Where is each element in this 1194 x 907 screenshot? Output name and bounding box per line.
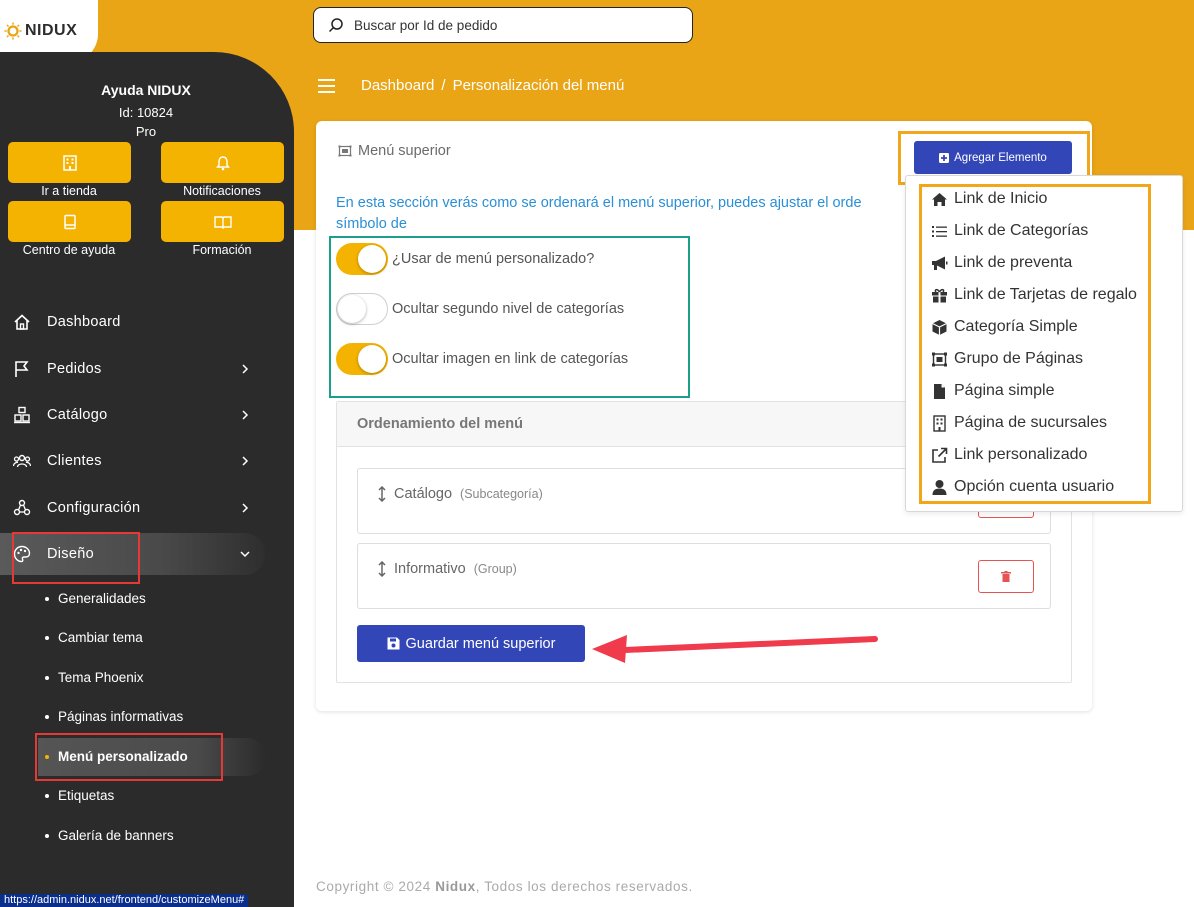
trash-icon: [1001, 571, 1011, 582]
sidebar-item-configuracion[interactable]: Configuración: [0, 487, 265, 529]
breadcrumb-separator: /: [441, 77, 446, 94]
sidebar-item-dashboard[interactable]: Dashboard: [0, 301, 265, 343]
user-id: Id: 10824: [118, 105, 174, 120]
chevron-right-icon: [242, 456, 249, 466]
boxes-icon: [14, 406, 30, 424]
drag-handle-icon[interactable]: [378, 561, 386, 577]
menu-item-label: Informativo (Group): [378, 561, 517, 577]
chevron-right-icon: [242, 364, 249, 374]
subnav-generalidades[interactable]: Generalidades: [45, 591, 146, 606]
breadcrumb-current: Personalización del menú: [452, 77, 625, 94]
flag-icon: [15, 361, 29, 377]
logo-text: NIDUX: [25, 22, 78, 39]
chevron-right-icon: [242, 410, 249, 420]
bell-icon: [215, 155, 230, 170]
sidebar-item-label: Configuración: [47, 500, 141, 516]
book-icon: [63, 214, 76, 229]
order-search[interactable]: [313, 7, 693, 43]
chevron-down-icon: [240, 551, 250, 558]
info-text: En esta sección verás como se ordenará e…: [336, 195, 862, 232]
user-plan: Pro: [135, 124, 157, 139]
footer-copyright: Copyright © 2024 Nidux, Todos los derech…: [316, 879, 693, 894]
subnav-galeria-banners[interactable]: Galería de banners: [45, 828, 174, 843]
sidebar-item-catalogo[interactable]: Catálogo: [0, 394, 265, 436]
red-arrow-annotation: [592, 635, 878, 663]
menu-item-label: Catálogo (Subcategoría): [378, 486, 543, 502]
status-bar-url: https://admin.nidux.net/frontend/customi…: [0, 894, 249, 907]
order-panel-title: Ordenamiento del menú: [357, 416, 523, 432]
open-book-icon: [213, 215, 232, 229]
quick-store-label: Ir a tienda: [41, 184, 97, 198]
user-name: Ayuda NIDUX: [101, 82, 191, 98]
search-icon: [328, 18, 343, 33]
quick-notifications-label: Notificaciones: [183, 184, 261, 198]
chevron-right-icon: [242, 503, 249, 513]
quick-training-label: Formación: [192, 243, 252, 257]
quick-help-label: Centro de ayuda: [22, 243, 116, 257]
sidebar-item-label: Catálogo: [47, 407, 108, 423]
save-icon: [387, 637, 400, 650]
breadcrumb: Dashboard / Personalización del menú: [361, 77, 624, 94]
quick-notifications-button[interactable]: [161, 142, 284, 183]
drag-handle-icon[interactable]: [378, 486, 386, 502]
users-icon: [13, 454, 31, 468]
highlight-toggles: [329, 236, 690, 398]
quick-store-button[interactable]: [8, 142, 131, 183]
home-icon: [14, 314, 30, 330]
highlight-menu-personalizado: [35, 733, 223, 781]
subnav-etiquetas[interactable]: Etiquetas: [45, 788, 114, 803]
hamburger-menu-icon[interactable]: [318, 79, 335, 93]
subnav-paginas-informativas[interactable]: Páginas informativas: [45, 709, 183, 724]
sidebar-item-pedidos[interactable]: Pedidos: [0, 348, 265, 390]
card-title: Menú superior: [338, 143, 451, 159]
save-top-menu-button[interactable]: Guardar menú superior: [357, 625, 585, 662]
subnav-cambiar-tema[interactable]: Cambiar tema: [45, 630, 143, 645]
breadcrumb-dashboard[interactable]: Dashboard: [361, 77, 434, 94]
quick-training-button[interactable]: [161, 201, 284, 242]
sidebar-item-label: Dashboard: [47, 314, 121, 330]
highlight-diseno: [12, 532, 140, 584]
sidebar-item-label: Pedidos: [47, 361, 102, 377]
store-icon: [62, 154, 77, 171]
sidebar-item-label: Clientes: [47, 453, 102, 469]
sidebar-item-clientes[interactable]: Clientes: [0, 440, 265, 482]
quick-help-button[interactable]: [8, 201, 131, 242]
nodes-icon: [13, 499, 31, 516]
object-group-icon: [338, 145, 352, 157]
search-input[interactable]: [354, 17, 654, 33]
highlight-dropdown-items: [919, 184, 1151, 504]
subnav-tema-phoenix[interactable]: Tema Phoenix: [45, 670, 144, 685]
delete-button[interactable]: [978, 560, 1034, 593]
sun-logo-icon: [4, 22, 22, 40]
